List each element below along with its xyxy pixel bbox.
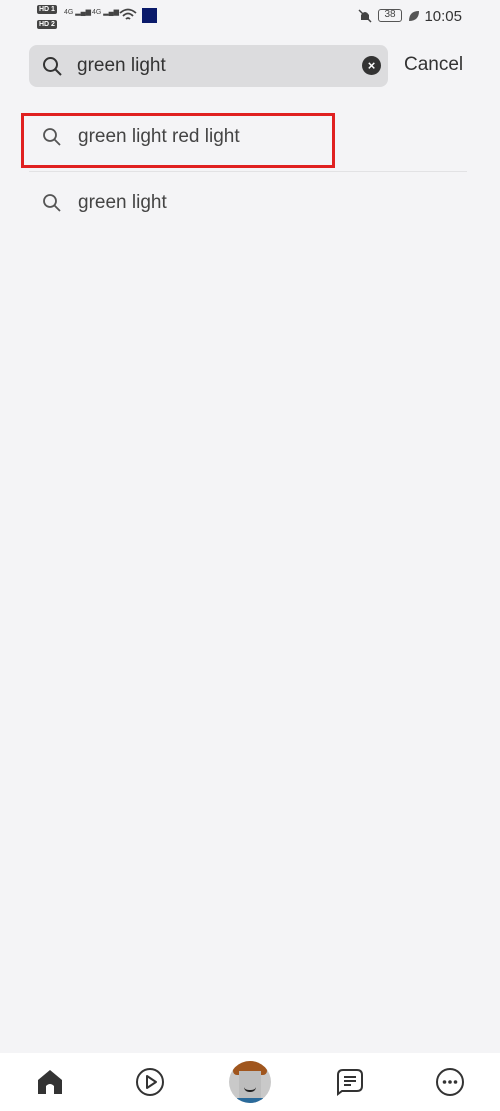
home-icon[interactable] [35,1067,65,1097]
clear-search-button[interactable]: × [362,56,381,75]
clock: 10:05 [424,8,462,25]
suggestion-label: green light [78,192,167,213]
chat-icon[interactable] [335,1067,365,1097]
app-icon [142,8,157,23]
signal-icon: 4G ▂▄▆ [92,9,120,16]
leaf-icon [409,11,419,21]
cancel-button[interactable]: Cancel [404,54,463,76]
search-input[interactable] [77,45,357,87]
search-icon [43,194,61,212]
avatar[interactable] [229,1061,271,1103]
silent-bell-icon [358,9,372,23]
battery-indicator: 38 [378,9,402,22]
bottom-nav [0,1053,500,1111]
search-field[interactable]: × [29,45,388,87]
play-icon[interactable] [135,1067,165,1097]
search-icon [43,57,62,76]
wifi-icon [119,8,137,20]
more-icon[interactable] [435,1067,465,1097]
hd1-badge: HD 1 [37,5,57,14]
suggestion-item[interactable]: green light [29,172,467,234]
hd2-badge: HD 2 [37,20,57,29]
status-bar: HD 1 HD 2 4G ▂▄▆ 4G ▂▄▆ 38 10:05 [0,0,500,36]
highlight-box [21,113,335,168]
signal-icon: 4G ▂▄▆ [64,9,92,16]
